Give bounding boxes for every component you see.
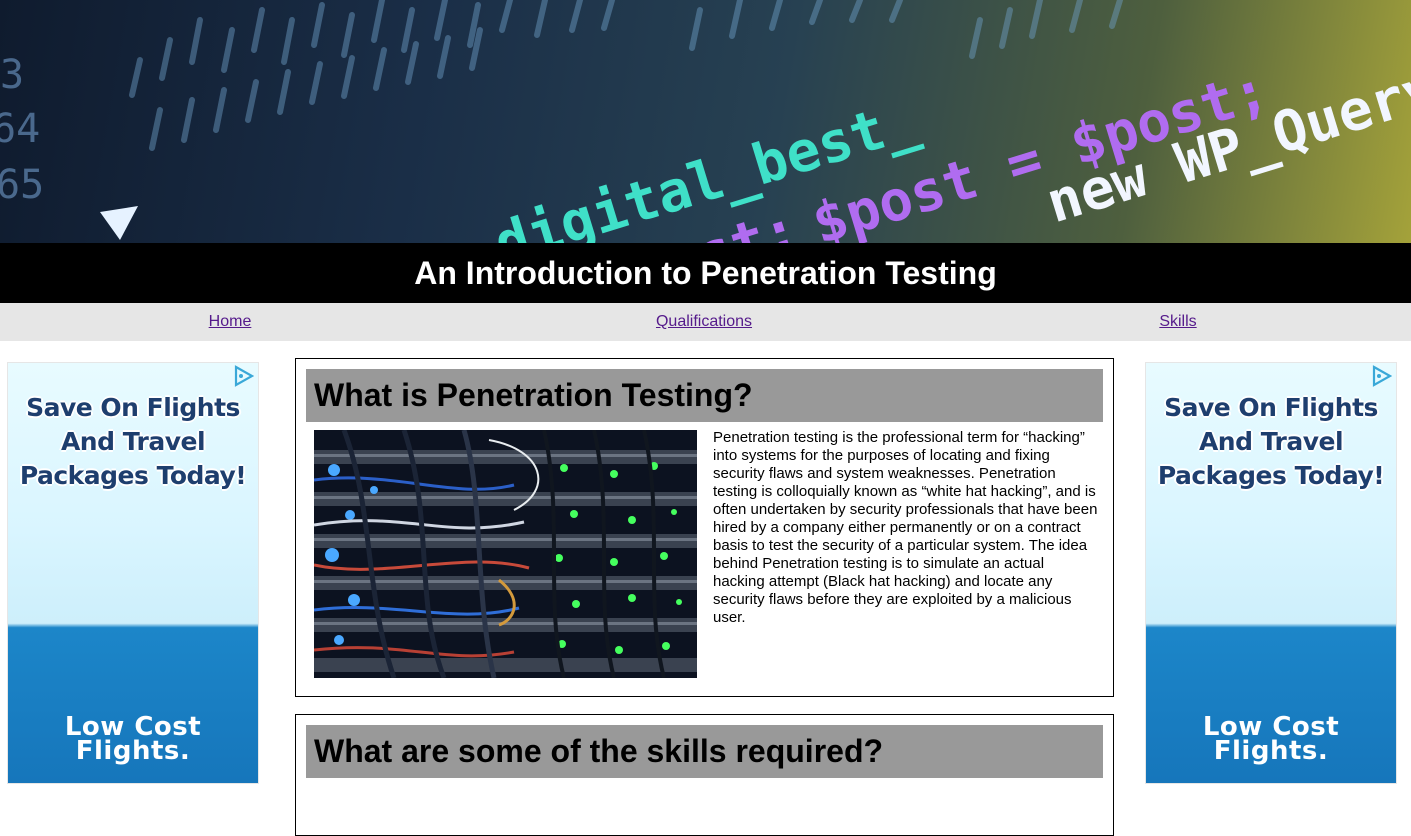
line-number-65: 65	[0, 162, 44, 208]
section-heading: What is Penetration Testing?	[306, 369, 1103, 422]
nav-link-skills[interactable]: Skills	[1159, 313, 1196, 331]
ad-subtext: Low Cost Flights.	[64, 712, 202, 766]
adchoices-icon[interactable]	[1370, 365, 1392, 387]
code-background: 3 64 65 function digital_best_ global $p…	[0, 0, 1411, 243]
ad-banner-left[interactable]: Save On Flights And Travel Packages Toda…	[7, 362, 259, 784]
code-line-1-keyword: function	[200, 224, 477, 243]
adchoices-icon[interactable]	[232, 365, 254, 387]
site-title-bar: An Introduction to Penetration Testing	[0, 243, 1411, 303]
section-heading: What are some of the skills required?	[306, 725, 1103, 778]
section-body-text: Penetration testing is the professional …	[713, 429, 1098, 626]
line-number-64: 64	[0, 106, 40, 152]
line-number-3: 3	[0, 52, 24, 98]
main-nav: Home Qualifications Skills	[0, 303, 1411, 341]
site-title: An Introduction to Penetration Testing	[414, 254, 997, 291]
ad-headline: Save On Flights And Travel Packages Toda…	[1157, 393, 1385, 490]
ad-subtext: Low Cost Flights.	[1202, 712, 1340, 766]
nav-link-home[interactable]: Home	[209, 313, 252, 331]
header-banner-image: 3 64 65 function digital_best_ global $p…	[0, 0, 1411, 243]
section-skills-required: What are some of the skills required?	[295, 714, 1114, 836]
nav-link-qualifications[interactable]: Qualifications	[656, 313, 752, 331]
server-rack-image	[314, 430, 697, 678]
ad-headline: Save On Flights And Travel Packages Toda…	[19, 393, 247, 490]
collapse-arrow-icon	[100, 206, 138, 240]
ad-banner-right[interactable]: Save On Flights And Travel Packages Toda…	[1145, 362, 1397, 784]
section-what-is-pentest: What is Penetration Testing? Penetration…	[295, 358, 1114, 697]
